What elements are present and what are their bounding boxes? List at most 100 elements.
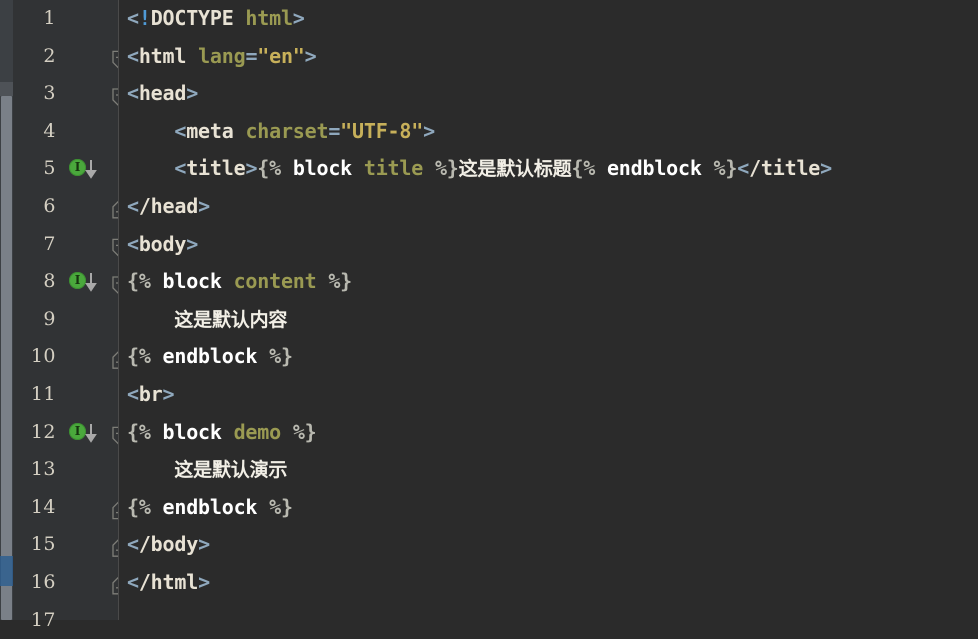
gutter-line: 5I [13, 150, 118, 188]
code-token: < [737, 156, 749, 180]
down-arrow-icon [85, 272, 97, 293]
line-number: 15 [16, 526, 56, 564]
code-token: /html [139, 570, 198, 594]
code-token: %} [328, 269, 352, 293]
code-line[interactable]: {% block content %} [118, 263, 978, 301]
code-token: {% [571, 156, 595, 180]
code-token: content [234, 269, 317, 293]
scrollbar-mark-blue[interactable] [0, 556, 13, 586]
code-line[interactable]: <title>{% block title %}这是默认标题{% endbloc… [118, 150, 978, 188]
code-token [222, 269, 234, 293]
green-override-indicator-icon[interactable]: I [69, 423, 88, 442]
code-token: %} [293, 420, 317, 444]
code-token [257, 495, 269, 519]
line-number: 16 [16, 564, 56, 602]
gutter-line: 1 [13, 0, 118, 38]
code-token: body [139, 232, 186, 256]
code-token: > [198, 532, 210, 556]
code-token [702, 156, 714, 180]
code-token: = [245, 44, 257, 68]
code-token: {% [127, 344, 151, 368]
code-token: block [163, 420, 222, 444]
code-token: block [293, 156, 352, 180]
line-number: 17 [16, 602, 56, 639]
line-number: 2 [16, 38, 56, 76]
code-line[interactable]: </html> [118, 564, 978, 602]
gutter-line: 2 [13, 38, 118, 76]
code-token [127, 119, 174, 143]
code-token: DOCTYPE [151, 6, 234, 30]
code-token: = [328, 119, 340, 143]
code-token: < [127, 6, 139, 30]
code-token: > [198, 570, 210, 594]
code-token: > [423, 119, 435, 143]
code-token: < [127, 44, 139, 68]
code-token: 这是默认内容 [174, 309, 287, 331]
code-token [151, 344, 163, 368]
code-line[interactable]: </body> [118, 526, 978, 564]
code-token: %} [714, 156, 738, 180]
code-token [151, 269, 163, 293]
code-line[interactable]: </head> [118, 188, 978, 226]
gutter-line: 8I [13, 263, 118, 301]
green-override-indicator-icon[interactable]: I [69, 272, 88, 291]
code-token [151, 495, 163, 519]
line-number: 8 [16, 263, 56, 301]
code-token [316, 269, 328, 293]
code-token: block [163, 269, 222, 293]
code-token: 这是默认演示 [174, 459, 287, 481]
code-line[interactable]: 这是默认演示 [118, 451, 978, 489]
gutter-line: 13 [13, 451, 118, 489]
gutter-line: 3 [13, 75, 118, 113]
code-token: title [186, 156, 245, 180]
green-override-indicator-icon[interactable]: I [69, 159, 88, 178]
code-token [234, 119, 246, 143]
code-line[interactable]: <!DOCTYPE html> [118, 0, 978, 38]
gutter-line: 16 [13, 564, 118, 602]
code-token: > [163, 382, 175, 406]
code-token: > [293, 6, 305, 30]
gutter-line: 6 [13, 188, 118, 226]
code-line[interactable]: {% endblock %} [118, 489, 978, 527]
code-token: demo [234, 420, 281, 444]
gutter-line: 17 [13, 602, 118, 639]
code-token [127, 156, 174, 180]
code-token: < [174, 119, 186, 143]
code-token: endblock [163, 344, 258, 368]
code-line[interactable]: <meta charset="UTF-8"> [118, 113, 978, 151]
code-token: head [139, 81, 186, 105]
code-token: title [364, 156, 423, 180]
code-token [222, 420, 234, 444]
code-line[interactable]: <br> [118, 376, 978, 414]
code-token [151, 420, 163, 444]
code-text-area[interactable]: <!DOCTYPE html><html lang="en"><head> <m… [118, 0, 978, 620]
code-token: < [127, 570, 139, 594]
line-number: 5 [16, 150, 56, 188]
override-glyph: I [69, 159, 86, 176]
code-token: > [186, 81, 198, 105]
gutter-line: 10 [13, 338, 118, 376]
code-token: > [305, 44, 317, 68]
code-line[interactable]: {% block demo %} [118, 414, 978, 452]
code-line[interactable]: {% endblock %} [118, 338, 978, 376]
editor-gutter[interactable]: 12345I678I9101112I1314151617 [13, 0, 118, 620]
scrollbar-thumb[interactable] [1, 96, 12, 620]
vertical-scrollbar[interactable] [0, 0, 13, 620]
code-token: < [127, 232, 139, 256]
code-line[interactable]: <head> [118, 75, 978, 113]
code-line[interactable]: 这是默认内容 [118, 301, 978, 339]
gutter-line: 11 [13, 376, 118, 414]
code-token: < [127, 532, 139, 556]
line-number: 3 [16, 75, 56, 113]
code-token: meta [186, 119, 233, 143]
code-line[interactable] [118, 602, 978, 621]
code-token [257, 344, 269, 368]
scrollbar-mark-gray [0, 82, 13, 96]
code-token: %} [269, 495, 293, 519]
code-token: 这是默认标题 [459, 158, 572, 180]
line-number: 13 [16, 451, 56, 489]
code-line[interactable]: <html lang="en"> [118, 38, 978, 76]
code-token: > [820, 156, 832, 180]
down-arrow-icon [85, 159, 97, 180]
code-line[interactable]: <body> [118, 226, 978, 264]
